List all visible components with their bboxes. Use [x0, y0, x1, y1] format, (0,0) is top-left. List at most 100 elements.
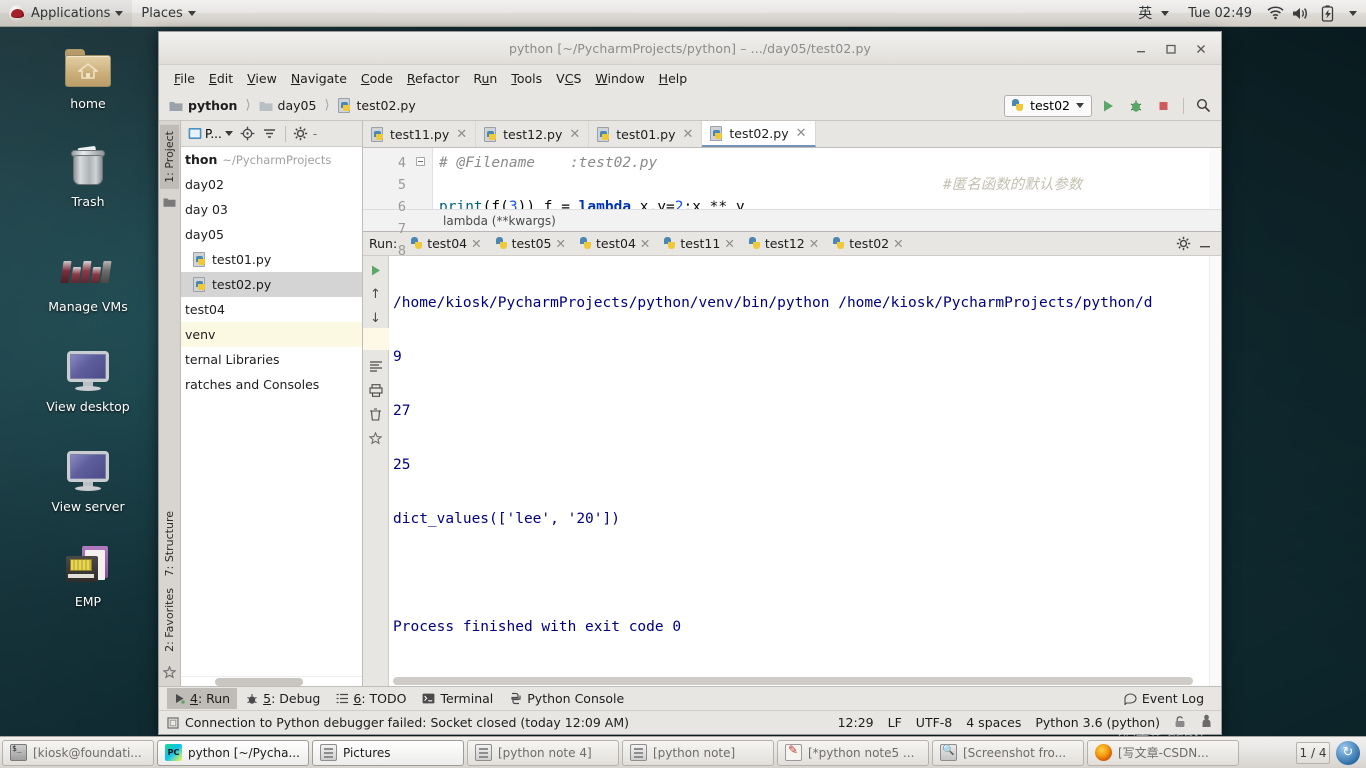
- desktop-icon-emp[interactable]: EMP: [33, 540, 143, 609]
- run-tab-test05[interactable]: test05 ✕: [490, 234, 572, 253]
- code-fold-icon[interactable]: [416, 157, 425, 166]
- sidebar-tab-project[interactable]: 1: Project: [160, 125, 179, 189]
- menu-code[interactable]: Code: [354, 68, 400, 89]
- desktop-icon-view-server[interactable]: View server: [33, 445, 143, 514]
- breadcrumb-test02[interactable]: test02.py: [334, 96, 420, 115]
- tool-window-run[interactable]: 4: Run: [167, 688, 238, 709]
- close-icon[interactable]: ✕: [471, 236, 481, 251]
- gear-icon[interactable]: [291, 124, 311, 144]
- sidebar-tab-favorites[interactable]: 2: Favorites: [160, 582, 179, 658]
- taskbar-item-pycharm[interactable]: PC python [~/Pycha...: [157, 739, 309, 766]
- project-horizontal-scrollbar[interactable]: [181, 676, 362, 686]
- status-message-area[interactable]: Connection to Python debugger failed: So…: [167, 715, 629, 730]
- workspace-switcher[interactable]: 1 / 4: [1296, 741, 1330, 764]
- console-vertical-scrollbar[interactable]: [1209, 256, 1221, 686]
- project-folder-icon[interactable]: [162, 195, 178, 211]
- menu-view[interactable]: View: [240, 68, 284, 89]
- scrollbar-thumb[interactable]: [393, 677, 1193, 685]
- editor-gutter[interactable]: 4 5 6 7 8 9 10 11 12 13 14: [363, 148, 433, 391]
- applications-menu[interactable]: Applications: [0, 0, 133, 27]
- indent-setting[interactable]: 4 spaces: [966, 715, 1021, 730]
- desktop-icon-manage-vms[interactable]: Manage VMs: [33, 245, 143, 314]
- desktop-icon-view-desktop[interactable]: View desktop: [33, 345, 143, 414]
- maximize-icon[interactable]: [1157, 37, 1185, 61]
- show-desktop-icon[interactable]: ↻: [1336, 740, 1360, 765]
- desktop-icon-home[interactable]: home: [33, 42, 143, 111]
- menu-run[interactable]: Run: [466, 68, 504, 89]
- menu-refactor[interactable]: Refactor: [400, 68, 466, 89]
- close-icon[interactable]: ✕: [556, 236, 566, 251]
- run-tab-test02[interactable]: test02 ✕: [827, 234, 909, 253]
- project-tree[interactable]: thon ~/PycharmProjects day02 day 03 day0…: [181, 147, 362, 676]
- python-interpreter[interactable]: Python 3.6 (python): [1035, 715, 1160, 730]
- debug-icon[interactable]: [1124, 95, 1148, 117]
- menu-file[interactable]: File: [167, 68, 202, 89]
- stop-icon[interactable]: [1152, 95, 1176, 117]
- desktop-icon-trash[interactable]: Trash: [33, 140, 143, 209]
- tree-row-venv[interactable]: venv: [181, 322, 362, 347]
- breadcrumb-python[interactable]: python: [165, 96, 241, 115]
- close-icon[interactable]: ✕: [682, 127, 693, 142]
- editor-tab-test02[interactable]: test02.py ✕: [702, 121, 816, 147]
- places-menu[interactable]: Places: [132, 0, 204, 27]
- close-icon[interactable]: ✕: [640, 236, 650, 251]
- minimize-icon[interactable]: [1127, 37, 1155, 61]
- taskbar-item-python-note[interactable]: [python note]: [622, 739, 774, 766]
- line-separator[interactable]: LF: [888, 715, 902, 730]
- editor-tab-test11[interactable]: test11.py ✕: [363, 121, 477, 147]
- run-tab-test11[interactable]: test11 ✕: [658, 234, 740, 253]
- tool-window-terminal[interactable]: Terminal: [415, 688, 500, 709]
- tree-row-day05[interactable]: day05: [181, 222, 362, 247]
- wifi-icon[interactable]: [1262, 0, 1288, 27]
- taskbar-item-pictures[interactable]: Pictures: [312, 739, 464, 766]
- project-view-selector[interactable]: P...: [185, 126, 236, 142]
- taskbar-item-python-note-4[interactable]: [python note 4]: [467, 739, 619, 766]
- collapse-all-icon[interactable]: [260, 124, 280, 144]
- close-icon[interactable]: ✕: [893, 236, 903, 251]
- input-method-indicator[interactable]: 英: [1125, 0, 1178, 27]
- event-log-button[interactable]: Event Log: [1117, 688, 1211, 709]
- run-tab-test12[interactable]: test12 ✕: [743, 234, 825, 253]
- run-icon[interactable]: [1096, 95, 1120, 117]
- breadcrumb-day05[interactable]: day05: [255, 96, 321, 115]
- lock-icon[interactable]: [1174, 715, 1186, 731]
- close-icon[interactable]: ✕: [456, 127, 467, 142]
- favorites-star-icon[interactable]: [162, 664, 178, 680]
- tree-row-test01[interactable]: test01.py: [181, 247, 362, 272]
- tool-window-todo[interactable]: 6: TODO: [329, 688, 413, 709]
- run-tab-test04-2[interactable]: test04 ✕: [574, 234, 656, 253]
- editor-tab-test12[interactable]: test12.py ✕: [476, 121, 590, 147]
- editor-area[interactable]: 4 5 6 7 8 9 10 11 12 13 14 # @Filename :…: [363, 148, 1221, 391]
- menu-edit[interactable]: Edit: [202, 68, 240, 89]
- trash-icon[interactable]: [365, 403, 387, 425]
- tree-row-day03[interactable]: day 03: [181, 197, 362, 222]
- tree-row-day02[interactable]: day02: [181, 172, 362, 197]
- battery-icon[interactable]: [1314, 0, 1340, 27]
- taskbar-item-screenshot[interactable]: [Screenshot fro...: [932, 739, 1084, 766]
- scrollbar-thumb[interactable]: [215, 678, 303, 686]
- tree-row-scratches[interactable]: ratches and Consoles: [181, 372, 362, 397]
- editor-scrollbar[interactable]: [1209, 148, 1221, 209]
- window-titlebar[interactable]: python [~/PycharmProjects/python] – .../…: [159, 32, 1221, 65]
- menu-window[interactable]: Window: [588, 68, 651, 89]
- taskbar-item-python-note5[interactable]: [*python note5 ...: [777, 739, 929, 766]
- menu-navigate[interactable]: Navigate: [284, 68, 354, 89]
- taskbar-item-csdn[interactable]: [写文章-CSDN...: [1087, 739, 1239, 766]
- run-console-output[interactable]: /home/kiosk/PycharmProjects/python/venv/…: [389, 256, 1209, 686]
- menu-vcs[interactable]: VCS: [549, 68, 588, 89]
- tool-window-debug[interactable]: 5: Debug: [239, 688, 327, 709]
- caret-position[interactable]: 12:29: [838, 715, 874, 730]
- locate-icon[interactable]: [238, 124, 258, 144]
- menu-help[interactable]: Help: [652, 68, 695, 89]
- taskbar-item-terminal[interactable]: [kiosk@foundati...: [2, 739, 154, 766]
- editor-tab-test01[interactable]: test01.py ✕: [589, 121, 703, 147]
- run-configuration-selector[interactable]: test02: [1004, 94, 1092, 117]
- tree-row-test04[interactable]: test04: [181, 297, 362, 322]
- sidebar-tab-structure[interactable]: 7: Structure: [160, 505, 179, 582]
- tray-chevron-down-icon[interactable]: [1340, 0, 1366, 27]
- minimize-icon[interactable]: [1195, 234, 1215, 254]
- tree-row-root[interactable]: thon ~/PycharmProjects: [181, 147, 362, 172]
- tool-window-python-console[interactable]: Python Console: [502, 688, 631, 709]
- clock[interactable]: Tue 02:49: [1178, 6, 1262, 21]
- tree-row-external-libraries[interactable]: ternal Libraries: [181, 347, 362, 372]
